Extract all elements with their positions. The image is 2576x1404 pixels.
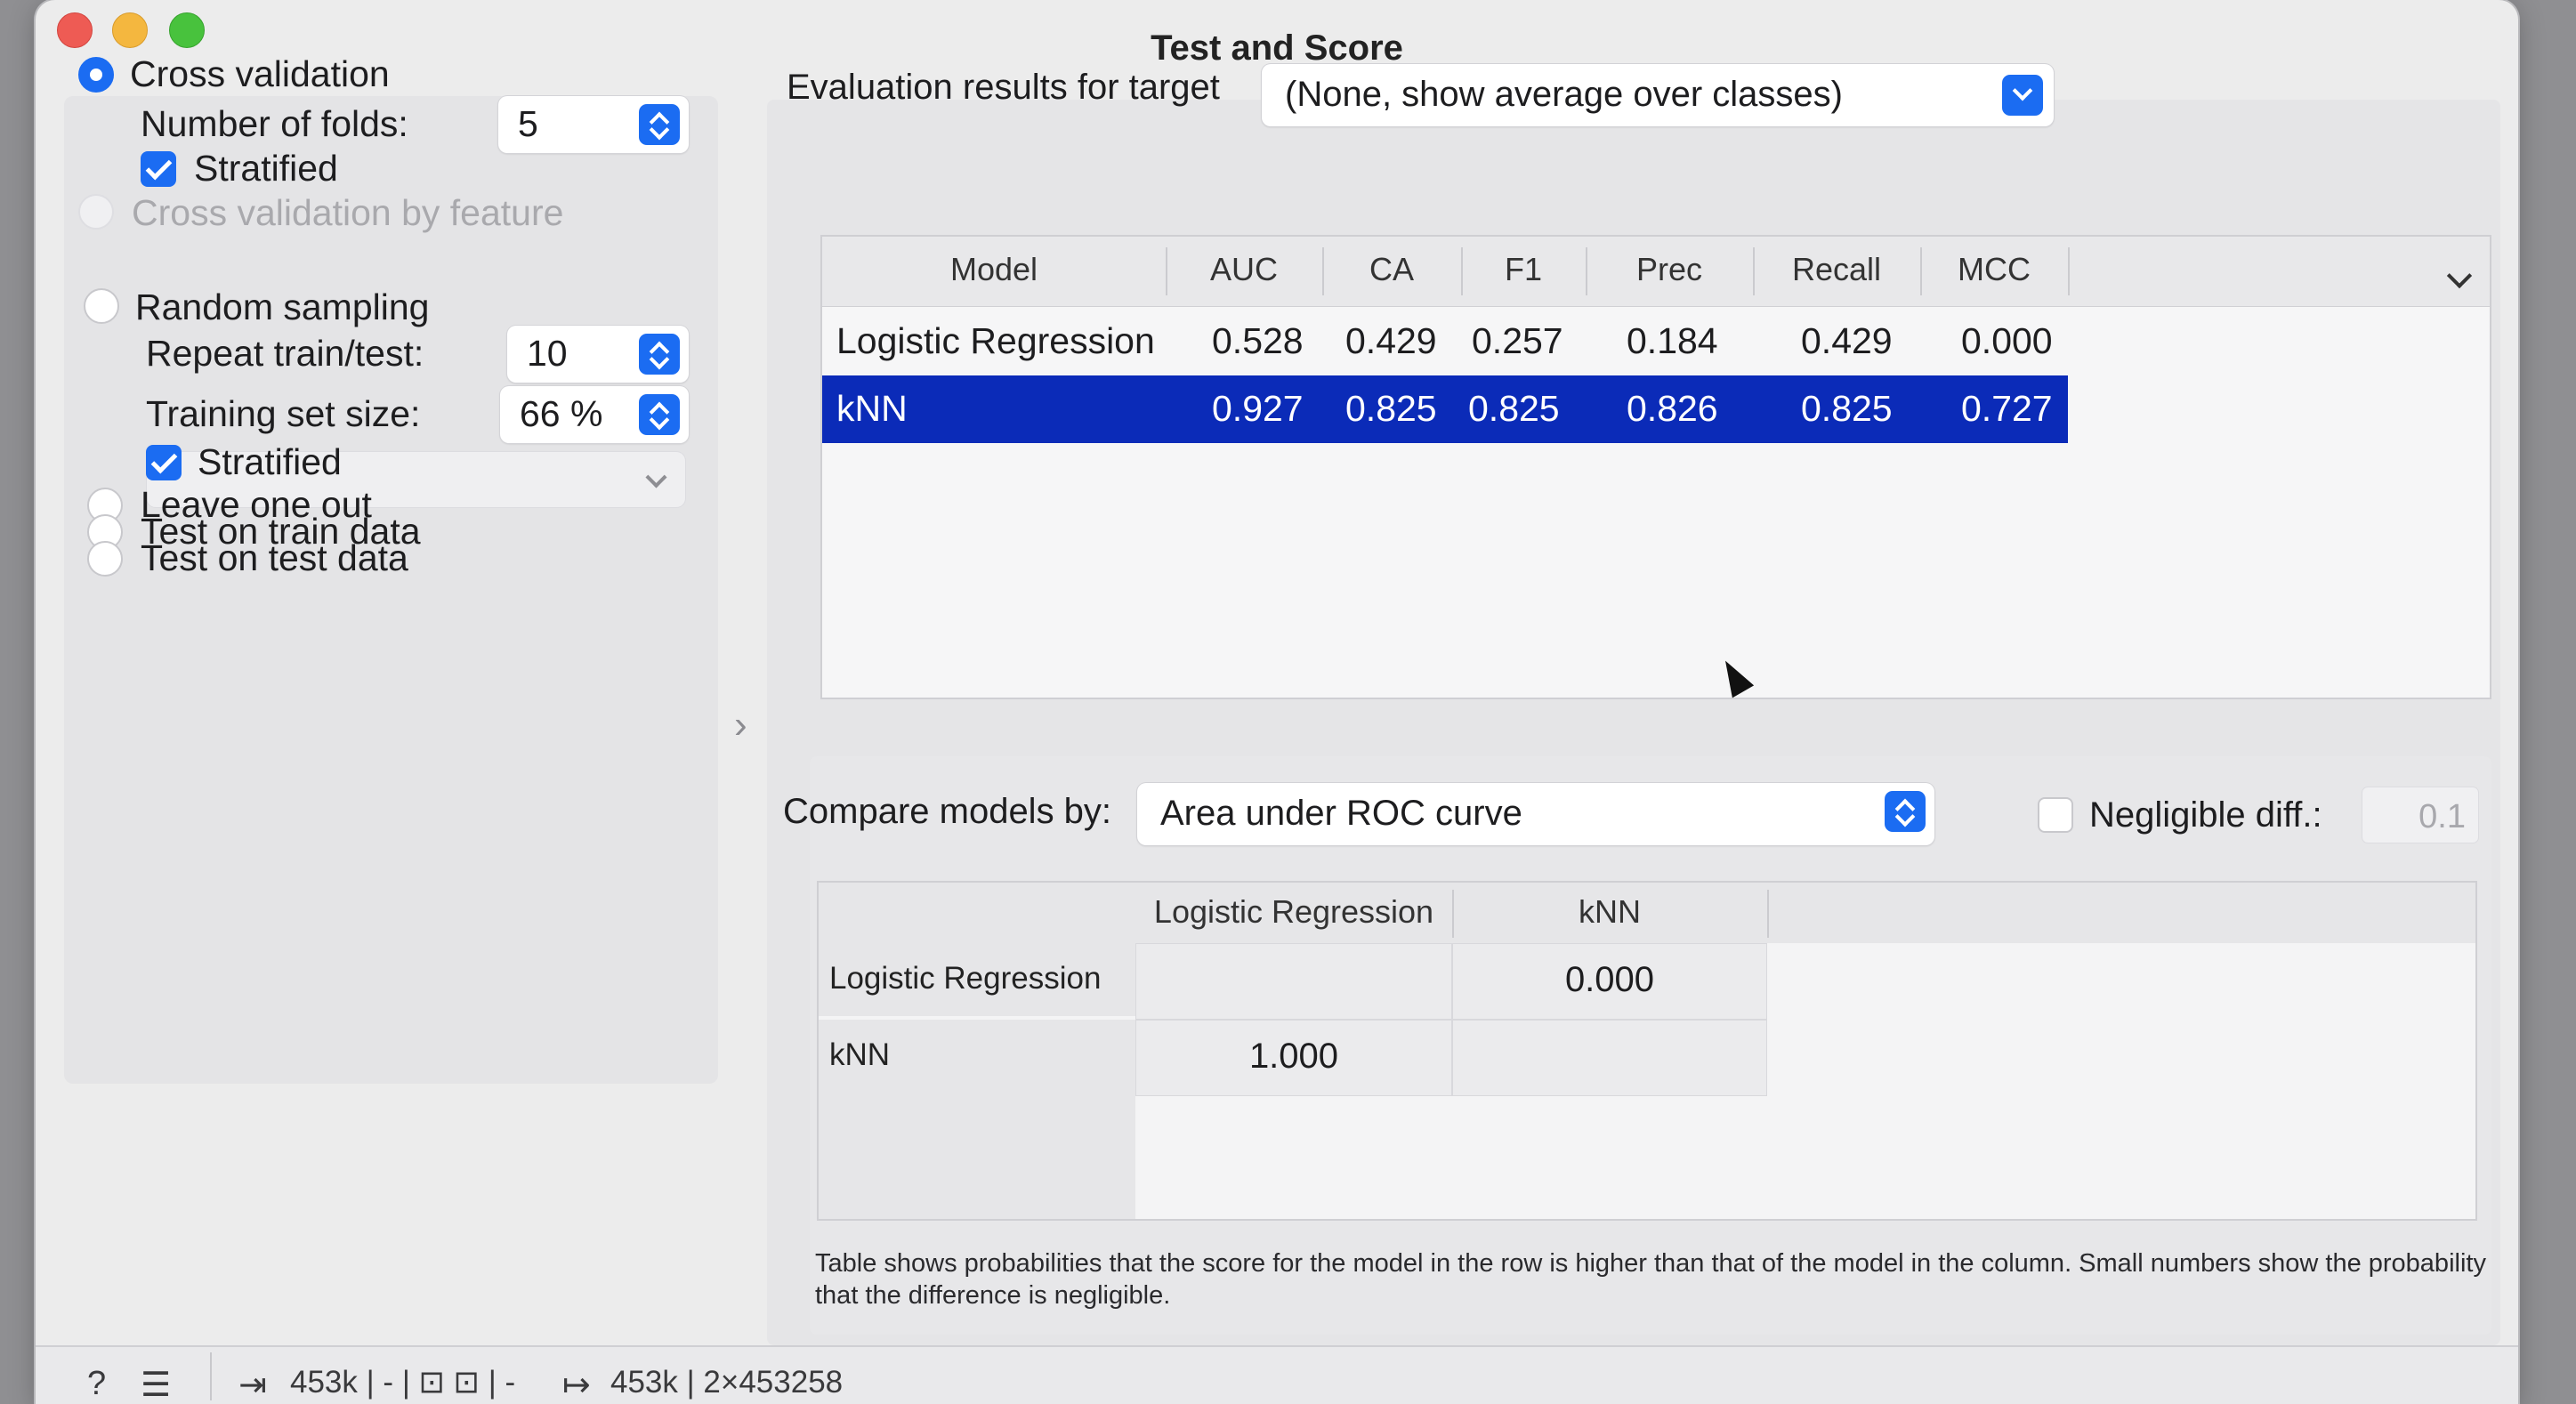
output-icon: ↦	[562, 1367, 591, 1404]
column-menu-chevron-icon[interactable]	[2446, 262, 2473, 289]
training-size-value: 66 %	[520, 393, 603, 434]
sampling-panel	[64, 96, 718, 1084]
compare-value: Area under ROC curve	[1160, 794, 1522, 833]
target-label: Evaluation results for target	[787, 68, 1220, 107]
cross-validation-label: Cross validation	[130, 53, 390, 94]
comparison-row-label: Logistic Regression	[829, 961, 1102, 996]
random-sampling-label: Random sampling	[135, 286, 430, 327]
comparison-row-header: kNN	[819, 1020, 1135, 1094]
prec-value: 0.184	[1627, 320, 1718, 361]
collapse-panel-arrow-icon[interactable]: ›	[734, 703, 757, 746]
comparison-row-header: Logistic Regression	[819, 943, 1135, 1016]
column-header-model[interactable]: Model	[822, 251, 1166, 288]
column-header-recall[interactable]: Recall	[1753, 251, 1920, 288]
comparison-table: Logistic Regression kNN Logistic Regress…	[817, 881, 2477, 1221]
table-row-selected[interactable]: kNN 0.927 0.825 0.825 0.826 0.825 0.727	[822, 375, 2068, 443]
recall-value: 0.825	[1801, 388, 1893, 429]
mcc-value: 0.000	[1961, 320, 2053, 361]
stratified-rs-checkbox[interactable]	[146, 445, 182, 480]
target-value: (None, show average over classes)	[1285, 75, 1843, 114]
cv-by-feature-label: Cross validation by feature	[132, 192, 564, 233]
cv-by-feature-radio[interactable]	[78, 194, 114, 230]
target-combo[interactable]: (None, show average over classes)	[1262, 64, 2054, 126]
stratified-cv-label: Stratified	[194, 148, 338, 189]
column-header-f1[interactable]: F1	[1461, 251, 1586, 288]
model-name: Logistic Regression	[836, 320, 1155, 361]
training-size-spinbox[interactable]: 66 %	[500, 386, 689, 443]
ca-value: 0.825	[1345, 388, 1437, 429]
negligible-diff-value: 0.1	[2419, 798, 2466, 835]
ca-value: 0.429	[1345, 320, 1437, 361]
report-icon[interactable]: ☰	[141, 1365, 171, 1404]
auc-value: 0.528	[1212, 320, 1304, 361]
negligible-diff-label: Negligible diff.:	[2089, 795, 2322, 835]
window-title: Test and Score	[1151, 28, 1403, 68]
recall-value: 0.429	[1801, 320, 1893, 361]
column-header-mcc[interactable]: MCC	[1920, 251, 2068, 288]
comparison-row-label: kNN	[829, 1037, 891, 1072]
compare-label: Compare models by:	[783, 792, 1112, 831]
help-icon[interactable]: ?	[87, 1365, 106, 1403]
comparison-cell: 1.000	[1135, 1020, 1452, 1096]
stepper-icon[interactable]	[639, 104, 680, 145]
repeat-value: 10	[527, 333, 568, 374]
negligible-diff-checkbox[interactable]	[2038, 797, 2073, 833]
compare-combo[interactable]: Area under ROC curve	[1137, 783, 1934, 845]
random-sampling-radio[interactable]	[84, 288, 119, 324]
chevron-down-icon[interactable]	[2002, 75, 2043, 116]
column-header-auc[interactable]: AUC	[1166, 251, 1322, 288]
training-size-label: Training set size:	[146, 393, 421, 434]
stepper-icon[interactable]	[639, 334, 680, 375]
stepper-icon[interactable]	[639, 394, 680, 435]
comparison-cell	[1452, 1020, 1767, 1096]
comparison-column-header: kNN	[1579, 893, 1641, 930]
stratified-rs-label: Stratified	[198, 441, 342, 482]
repeat-spinbox[interactable]: 10	[507, 326, 689, 383]
comparison-table-header: Logistic Regression kNN	[819, 883, 2475, 943]
repeat-label: Repeat train/test:	[146, 333, 424, 374]
evaluation-results-table: Model AUC CA F1 Prec Recall MCC Logistic…	[820, 235, 2491, 699]
table-row[interactable]: Logistic Regression 0.528 0.429 0.257 0.…	[822, 308, 2068, 375]
f1-value: 0.825	[1468, 388, 1560, 429]
output-summary: 453k | 2×453258	[610, 1365, 844, 1400]
prec-value: 0.826	[1627, 388, 1718, 429]
chevron-down-icon	[645, 466, 667, 488]
folds-spinbox[interactable]: 5	[498, 96, 689, 153]
comparison-cell	[1135, 943, 1452, 1020]
auc-value: 0.927	[1212, 388, 1304, 429]
table-header: Model AUC CA F1 Prec Recall MCC	[822, 237, 2490, 307]
input-summary: 453k | - | ⊡ ⊡ | -	[290, 1365, 516, 1400]
stepper-icon[interactable]	[1885, 791, 1926, 832]
comparison-cell: 0.000	[1452, 943, 1767, 1020]
folds-value: 5	[518, 103, 538, 144]
test-on-test-label: Test on test data	[141, 537, 408, 578]
test-on-test-radio[interactable]	[87, 541, 123, 577]
comparison-note: Table shows probabilities that the score…	[815, 1249, 2486, 1310]
mcc-value: 0.727	[1961, 388, 2053, 429]
folds-label: Number of folds:	[141, 103, 408, 144]
negligible-diff-field[interactable]: 0.1	[2362, 787, 2478, 843]
status-bar: ? ☰ ⇥ 453k | - | ⊡ ⊡ | - ↦ 453k | 2×4532…	[36, 1345, 2518, 1404]
stratified-cv-checkbox[interactable]	[141, 151, 176, 187]
column-header-prec[interactable]: Prec	[1586, 251, 1753, 288]
comparison-column-header: Logistic Regression	[1153, 893, 1434, 930]
test-and-score-window: Test and Score Cross validation Number o…	[36, 0, 2518, 1404]
input-icon: ⇥	[238, 1367, 267, 1404]
f1-value: 0.257	[1472, 320, 1563, 361]
model-name: kNN	[836, 388, 908, 429]
column-header-ca[interactable]: CA	[1322, 251, 1461, 288]
cross-validation-radio[interactable]	[78, 57, 114, 93]
